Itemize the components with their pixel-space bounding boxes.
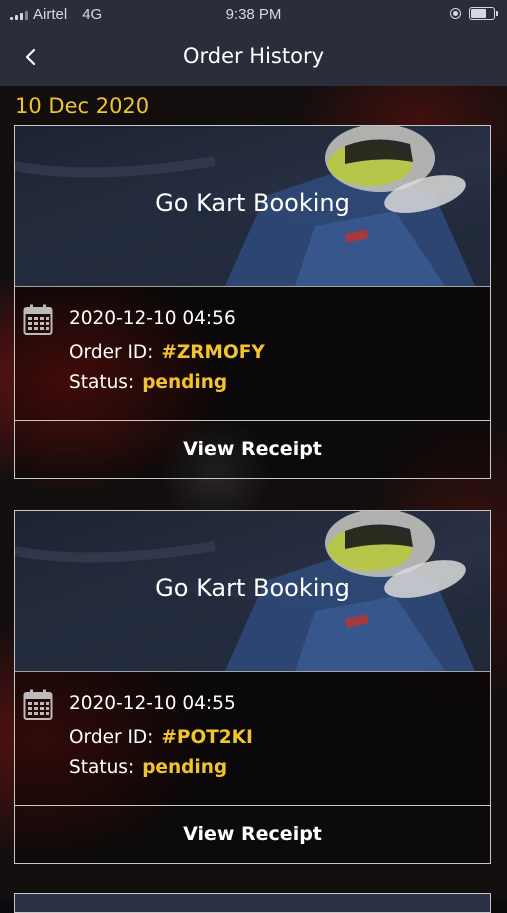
- status-label: Status:: [69, 372, 135, 393]
- booking-title: Go Kart Booking: [155, 574, 350, 602]
- order-card: Go Kart Booking 2020-12-10 04:55 Order I…: [14, 510, 491, 864]
- order-id-value: #ZRMOFY: [161, 342, 265, 363]
- order-details: 2020-12-10 04:56 Order ID: #ZRMOFY Status…: [15, 286, 490, 421]
- order-id-value: #POT2KI: [161, 727, 253, 748]
- order-datetime: 2020-12-10 04:55: [69, 693, 236, 714]
- booking-title: Go Kart Booking: [155, 189, 350, 217]
- view-receipt-button[interactable]: View Receipt: [15, 420, 490, 478]
- status-value: pending: [142, 757, 228, 778]
- order-id-row: Order ID: #POT2KI: [69, 727, 253, 748]
- date-group-header: 10 Dec 2020: [15, 94, 150, 118]
- order-card-partial: [14, 893, 491, 913]
- order-card: Go Kart Booking 2020-12-10 04:56 Order I…: [14, 125, 491, 479]
- view-receipt-button[interactable]: View Receipt: [15, 805, 490, 863]
- order-datetime: 2020-12-10 04:56: [69, 308, 236, 329]
- status-label: Status:: [69, 757, 135, 778]
- status-value: pending: [142, 372, 228, 393]
- booking-banner-image: Go Kart Booking: [15, 126, 490, 287]
- nav-bar: Order History: [0, 30, 507, 86]
- orientation-lock-icon: [450, 8, 461, 19]
- order-status-row: Status: pending: [69, 757, 227, 778]
- order-details: 2020-12-10 04:55 Order ID: #POT2KI Status…: [15, 671, 490, 806]
- booking-banner-image: Go Kart Booking: [15, 511, 490, 672]
- page-title: Order History: [182, 44, 325, 68]
- order-id-label: Order ID:: [69, 342, 154, 363]
- order-id-label: Order ID:: [69, 727, 154, 748]
- calendar-icon: [23, 304, 53, 335]
- battery-icon: [469, 7, 498, 20]
- order-status-row: Status: pending: [69, 372, 227, 393]
- status-bar: Airtel 4G 9:38 PM: [0, 0, 507, 30]
- calendar-icon: [23, 689, 53, 720]
- status-time: 9:38 PM: [225, 6, 282, 23]
- order-id-row: Order ID: #ZRMOFY: [69, 342, 265, 363]
